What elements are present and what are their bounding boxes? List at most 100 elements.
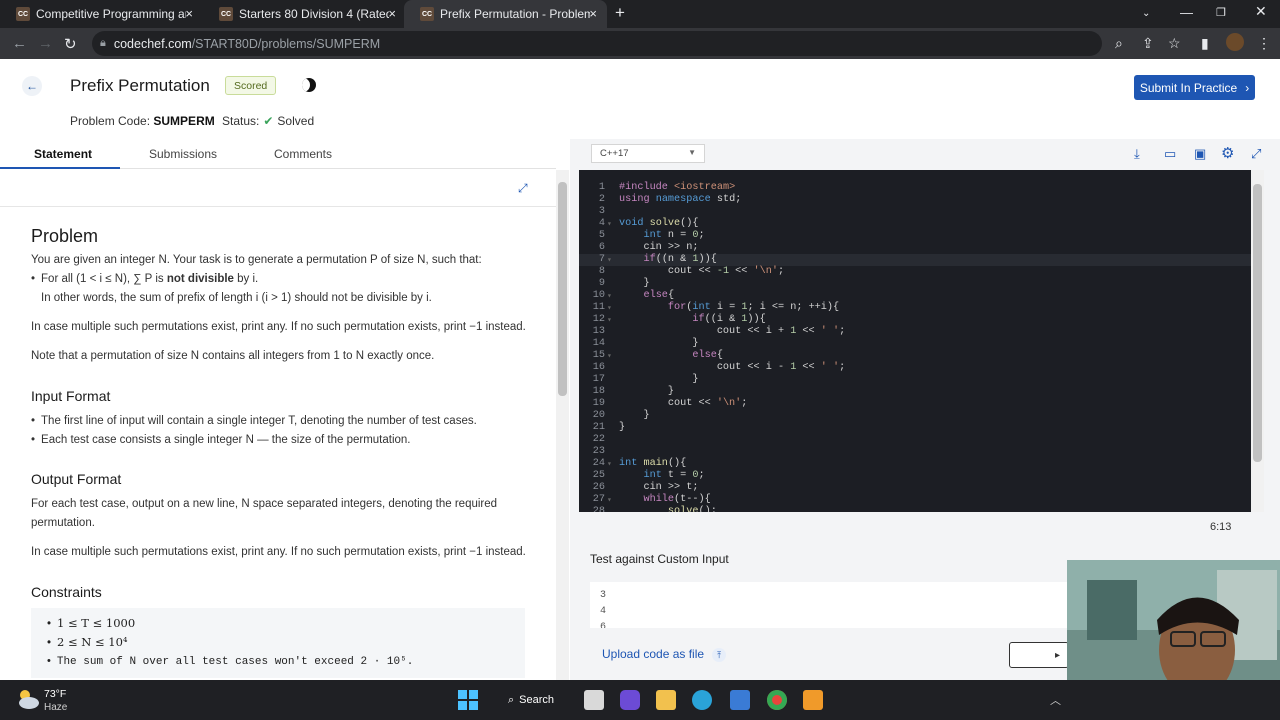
list-item: For all (1 < i ≤ N), ∑ P is not divisibl… (31, 273, 258, 285)
fold-icon[interactable]: ▾ (607, 303, 612, 313)
line-number: 14 (592, 338, 605, 349)
fullscreen-icon[interactable]: ⤢ (1251, 146, 1261, 162)
task-view-icon[interactable] (584, 690, 604, 710)
list-item: Each test case consists a single integer… (41, 434, 410, 446)
condition-end: by i. (233, 273, 259, 285)
codechef-favicon-icon: CC (16, 7, 30, 21)
code-line: if((i & 1)){ (692, 314, 766, 325)
weather-temp: 73°F (44, 688, 67, 700)
codechef-favicon-icon: CC (219, 7, 233, 21)
code-editor[interactable]: 1 #include <iostream> 2 using namespace st… (579, 170, 1251, 512)
condition-mid: is (152, 273, 167, 285)
tab-submissions[interactable]: Submissions (149, 147, 217, 161)
custom-input-title[interactable]: Test against Custom Input (590, 552, 729, 566)
address-bar-row: ← → ↻ 🔒︎ codechef.com/START80D/problems/… (0, 28, 1280, 59)
code-line: } (619, 386, 675, 397)
fold-icon[interactable]: ▾ (607, 255, 612, 265)
upload-code-button[interactable]: Upload code as file ⤒ (602, 647, 727, 662)
file-explorer-icon[interactable] (656, 690, 676, 710)
cloud-icon (19, 690, 39, 709)
play-icon: ▸ (1054, 649, 1060, 661)
line-number: 7 (598, 254, 605, 265)
close-window-icon[interactable]: ✕ (1255, 3, 1267, 20)
code-line: using namespace std; (619, 194, 742, 205)
tab-title: Prefix Permutation - Problems | C (440, 7, 590, 21)
browser-tab[interactable]: CC Starters 80 Division 4 (Rated) Co × (203, 0, 406, 28)
url-field[interactable]: 🔒︎ codechef.com/START80D/problems/SUMPER… (92, 31, 1102, 56)
fold-icon[interactable]: ▾ (607, 459, 612, 469)
menu-dots-icon[interactable]: ⋮ (1257, 35, 1271, 52)
comment-icon[interactable]: ▭ (1164, 146, 1176, 162)
line-number: 13 (592, 326, 605, 337)
custom-input-field[interactable]: 3 4 6 (590, 582, 1070, 628)
chrome-icon[interactable] (767, 690, 787, 710)
output-line: For each test case, output on a new line… (31, 498, 498, 510)
chevron-down-icon[interactable]: ⌄ (1142, 8, 1150, 19)
close-icon[interactable]: × (388, 6, 396, 21)
share-icon[interactable]: ⇪ (1142, 35, 1154, 52)
chevron-up-icon[interactable]: ︿ (1050, 692, 1061, 708)
line-number: 18 (592, 386, 605, 397)
constraints-heading: Constraints (31, 584, 102, 600)
windows-start-icon[interactable] (458, 690, 478, 710)
back-arrow-icon[interactable]: ← (12, 35, 27, 52)
zoom-icon[interactable]: ⌕ (1115, 35, 1123, 52)
fold-icon[interactable]: ▾ (607, 219, 612, 229)
new-tab-button[interactable]: + (615, 3, 625, 23)
line-number: 3 (598, 206, 605, 217)
problem-statement: Problem You are given an integer N. Your… (0, 208, 556, 680)
statement-toolbar (0, 169, 556, 207)
scrollbar-thumb[interactable] (558, 182, 567, 396)
line-number: 6 (598, 242, 605, 253)
browser-tab[interactable]: CC Competitive Programming and C × (0, 0, 203, 28)
code-line: } (619, 278, 650, 289)
sublime-text-icon[interactable] (803, 690, 823, 710)
line-number: 21 (592, 422, 605, 433)
profile-avatar[interactable] (1226, 33, 1244, 51)
fold-icon[interactable]: ▾ (607, 291, 612, 301)
run-button[interactable]: ▸ (1009, 642, 1069, 668)
fold-icon[interactable]: ▾ (607, 315, 612, 325)
editor-scrollbar[interactable] (1251, 170, 1264, 512)
code-line: while(t--){ (643, 494, 711, 505)
tab-statement[interactable]: Statement (34, 147, 92, 161)
bookmark-star-icon[interactable]: ☆ (1168, 35, 1181, 52)
back-arrow-icon[interactable]: ← (22, 76, 42, 96)
upload-icon: ⤒ (712, 648, 727, 662)
line-number: 26 (592, 482, 605, 493)
theme-toggle-icon[interactable] (302, 78, 316, 92)
line-number: 16 (592, 362, 605, 373)
input-line: 3 (600, 590, 607, 601)
constraint-item: 2 ≤ N ≤ 10⁴ (47, 635, 128, 649)
expand-icon[interactable]: ⤢ (518, 181, 528, 196)
statement-scrollbar[interactable] (556, 170, 569, 680)
restore-icon[interactable]: ❐ (1216, 6, 1226, 19)
scrollbar-thumb[interactable] (1253, 184, 1262, 462)
minimize-icon[interactable]: — (1180, 5, 1193, 20)
edge-icon[interactable] (692, 690, 712, 710)
teams-chat-icon[interactable] (620, 690, 640, 710)
cursor-position: 6:13 (1210, 521, 1232, 533)
line-number: 23 (592, 446, 605, 457)
close-icon[interactable]: × (589, 6, 597, 21)
side-panel-icon[interactable]: ▮ (1201, 35, 1209, 52)
tab-comments[interactable]: Comments (274, 147, 332, 161)
reload-icon[interactable]: ↻ (64, 35, 77, 53)
fold-icon[interactable]: ▾ (607, 351, 612, 361)
close-icon[interactable]: × (185, 6, 193, 21)
submit-in-practice-button[interactable]: Submit In Practice › (1134, 75, 1255, 100)
browser-tab-active[interactable]: CC Prefix Permutation - Problems | C × (404, 0, 607, 28)
list-item: The first line of input will contain a s… (41, 415, 477, 427)
download-icon[interactable]: ⤓ (1134, 146, 1140, 162)
save-icon[interactable]: ▣ (1194, 146, 1206, 162)
code-line: } (619, 338, 699, 349)
code-line: solve(); (667, 506, 717, 512)
taskbar-search[interactable]: ⌕ Search (498, 688, 566, 712)
status-label: Status: (222, 114, 260, 128)
language-select[interactable]: C++17 ▼ (591, 144, 705, 163)
store-icon[interactable] (730, 690, 750, 710)
code-line: cout << -1 << '\n'; (619, 266, 785, 277)
forward-arrow-icon[interactable]: → (38, 35, 53, 52)
gear-icon[interactable]: ⚙ (1221, 144, 1234, 162)
fold-icon[interactable]: ▾ (607, 495, 612, 505)
